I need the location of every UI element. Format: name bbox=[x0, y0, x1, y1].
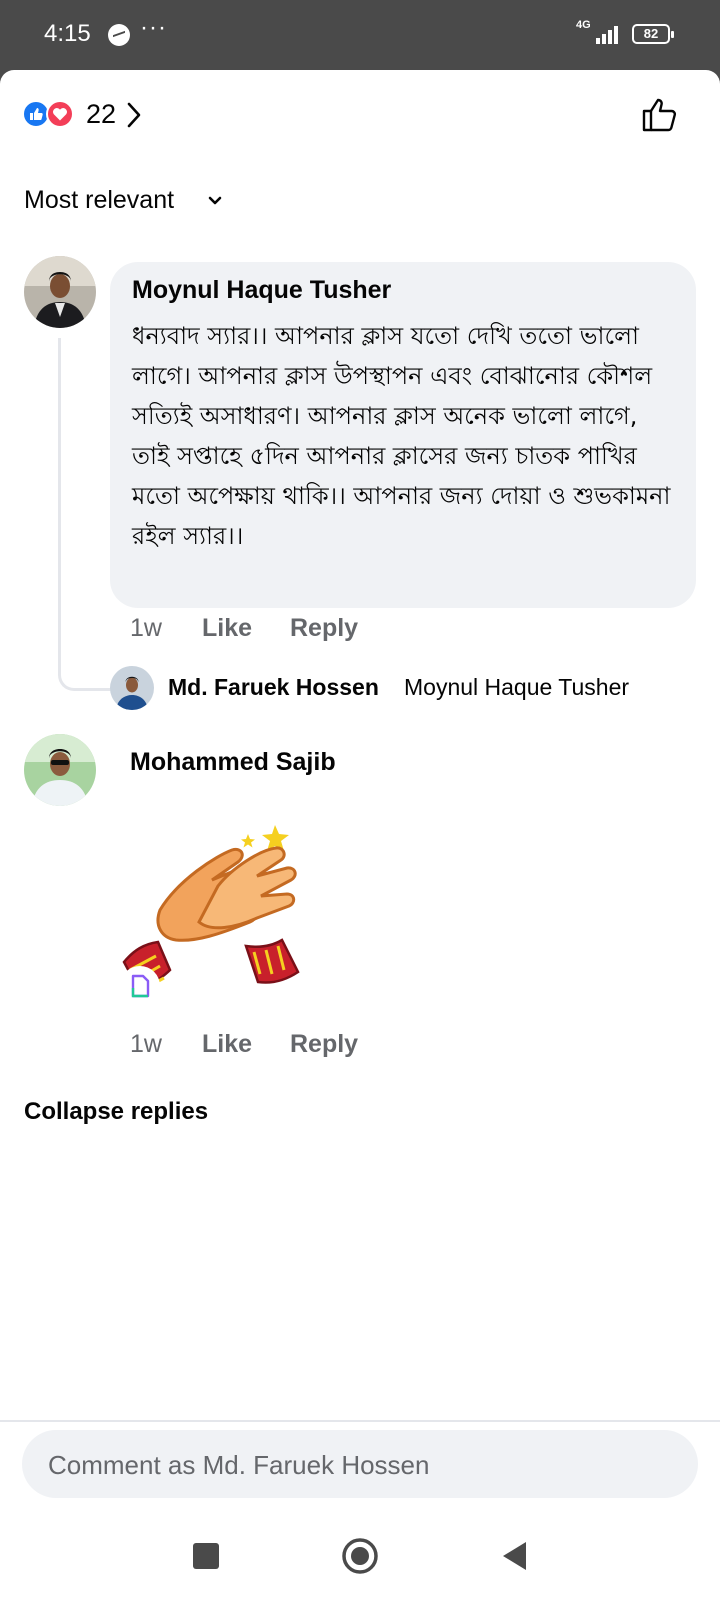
avatar bbox=[110, 666, 154, 710]
comments-sheet: 22 Most relevant Moynul Haque Tusher ধন্… bbox=[0, 70, 720, 1510]
love-reaction-icon bbox=[46, 100, 74, 128]
status-time: 4:15 bbox=[44, 20, 91, 47]
comment-bubble[interactable]: Moynul Haque Tusher ধন্যবাদ স্যার।। আপনা… bbox=[110, 262, 696, 608]
comment-author[interactable]: Moynul Haque Tusher bbox=[132, 276, 391, 305]
comment-timestamp: 1w bbox=[130, 614, 162, 642]
avatar[interactable] bbox=[24, 256, 96, 328]
battery-icon: 82 bbox=[632, 24, 674, 44]
network-type: 4G bbox=[576, 19, 591, 31]
comment-input[interactable] bbox=[46, 1440, 670, 1490]
comment-author[interactable]: Mohammed Sajib bbox=[130, 748, 336, 777]
comment-timestamp: 1w bbox=[130, 1030, 162, 1058]
comment-actions: 1w Like Reply bbox=[130, 1030, 530, 1062]
collapse-replies-button[interactable]: Collapse replies bbox=[24, 1098, 208, 1126]
status-bar: 4:15 ··· 4G 82 bbox=[0, 0, 720, 70]
like-button[interactable]: Like bbox=[202, 1030, 252, 1059]
reply-text: Moynul Haque Tusher bbox=[404, 674, 630, 700]
comment-actions: 1w Like Reply bbox=[130, 614, 530, 646]
reply-preview[interactable]: Md. Faruek Hossen Moynul Haque Tusher bbox=[110, 666, 710, 712]
reaction-count: 22 bbox=[86, 99, 117, 129]
signal-icon bbox=[596, 26, 622, 44]
messenger-icon bbox=[108, 24, 130, 46]
comment-text: ধন্যবাদ স্যার।। আপনার ক্লাস যতো দেখি ততো… bbox=[132, 322, 671, 550]
avatar[interactable] bbox=[24, 734, 96, 806]
chevron-down-icon[interactable] bbox=[208, 196, 222, 206]
thread-connector bbox=[58, 338, 113, 691]
more-notifications-icon: ··· bbox=[140, 14, 167, 41]
sort-dropdown[interactable]: Most relevant bbox=[24, 186, 174, 215]
home-icon[interactable] bbox=[338, 1534, 382, 1578]
system-nav-bar bbox=[0, 1510, 720, 1600]
reply-button[interactable]: Reply bbox=[290, 614, 358, 643]
reply-author[interactable]: Md. Faruek Hossen bbox=[168, 674, 379, 701]
recent-apps-icon[interactable] bbox=[184, 1534, 228, 1578]
sticker-badge bbox=[120, 966, 160, 1006]
comment-composer[interactable] bbox=[22, 1430, 698, 1498]
reply-button[interactable]: Reply bbox=[290, 1030, 358, 1059]
back-icon[interactable] bbox=[492, 1534, 536, 1578]
like-post-icon[interactable] bbox=[640, 94, 680, 134]
divider bbox=[0, 1420, 720, 1422]
chevron-right-icon bbox=[127, 102, 141, 128]
like-button[interactable]: Like bbox=[202, 614, 252, 643]
reaction-summary[interactable]: 22 bbox=[22, 98, 162, 130]
